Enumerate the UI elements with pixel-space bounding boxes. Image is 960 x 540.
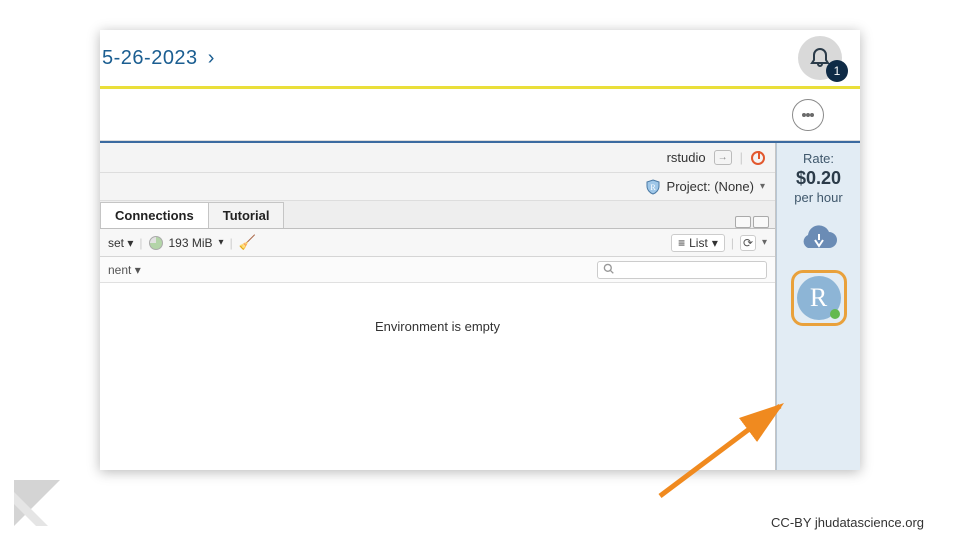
tab-tutorial[interactable]: Tutorial: [208, 202, 285, 228]
divider-vertical: |: [731, 236, 734, 250]
svg-text:R: R: [650, 183, 656, 192]
more-options-button[interactable]: [792, 99, 824, 131]
pane-tabs: Connections Tutorial: [100, 201, 775, 229]
search-icon: [603, 263, 617, 277]
environment-empty-label: Environment is empty: [375, 319, 500, 334]
memory-gauge-icon: [149, 236, 163, 250]
corner-ribbon-icon: [14, 480, 60, 526]
r-shield-icon: R: [645, 179, 661, 195]
rate-amount: $0.20: [794, 167, 842, 190]
chevron-right-icon: ›: [208, 47, 215, 69]
refresh-icon[interactable]: ⟳: [740, 235, 756, 251]
power-icon[interactable]: [751, 151, 765, 165]
sign-out-icon[interactable]: [714, 150, 732, 165]
clear-environment-icon[interactable]: 🧹: [239, 234, 256, 251]
search-input[interactable]: [617, 264, 761, 276]
environment-scope-dropdown[interactable]: nent ▾: [108, 263, 141, 277]
rate-label: Rate:: [794, 151, 842, 167]
project-selector-label: Project: (None): [667, 179, 754, 194]
project-selector-dropdown[interactable]: ▾: [760, 181, 765, 192]
import-dataset-dropdown[interactable]: set ▾: [108, 236, 133, 250]
rate-unit: per hour: [794, 190, 842, 206]
breadcrumb[interactable]: 5-26-2023 ›: [100, 47, 215, 70]
maximize-pane-icon[interactable]: [753, 216, 769, 228]
view-mode-selector[interactable]: ≡ List ▾: [671, 234, 725, 252]
status-online-dot: [830, 309, 840, 319]
attribution-text: CC-BY jhudatascience.org: [771, 515, 924, 530]
breadcrumb-text: 5-26-2023: [102, 47, 198, 69]
minimize-pane-icon[interactable]: [735, 216, 751, 228]
divider-vertical: |: [139, 236, 142, 250]
divider-vertical: |: [230, 236, 233, 250]
divider-vertical: |: [740, 150, 743, 165]
notification-count-badge: 1: [826, 60, 848, 82]
r-session-badge[interactable]: R: [791, 270, 847, 326]
refresh-dropdown[interactable]: ▾: [762, 237, 767, 248]
cloud-power-icon[interactable]: [799, 224, 839, 256]
memory-dropdown[interactable]: ▾: [219, 237, 224, 248]
rate-display: Rate: $0.20 per hour: [794, 151, 842, 206]
current-user-label: rstudio: [667, 150, 706, 165]
environment-search[interactable]: [597, 261, 767, 279]
notifications-button[interactable]: 1: [798, 36, 842, 80]
memory-usage-label: 193 MiB: [169, 236, 213, 250]
tab-connections[interactable]: Connections: [100, 202, 209, 228]
